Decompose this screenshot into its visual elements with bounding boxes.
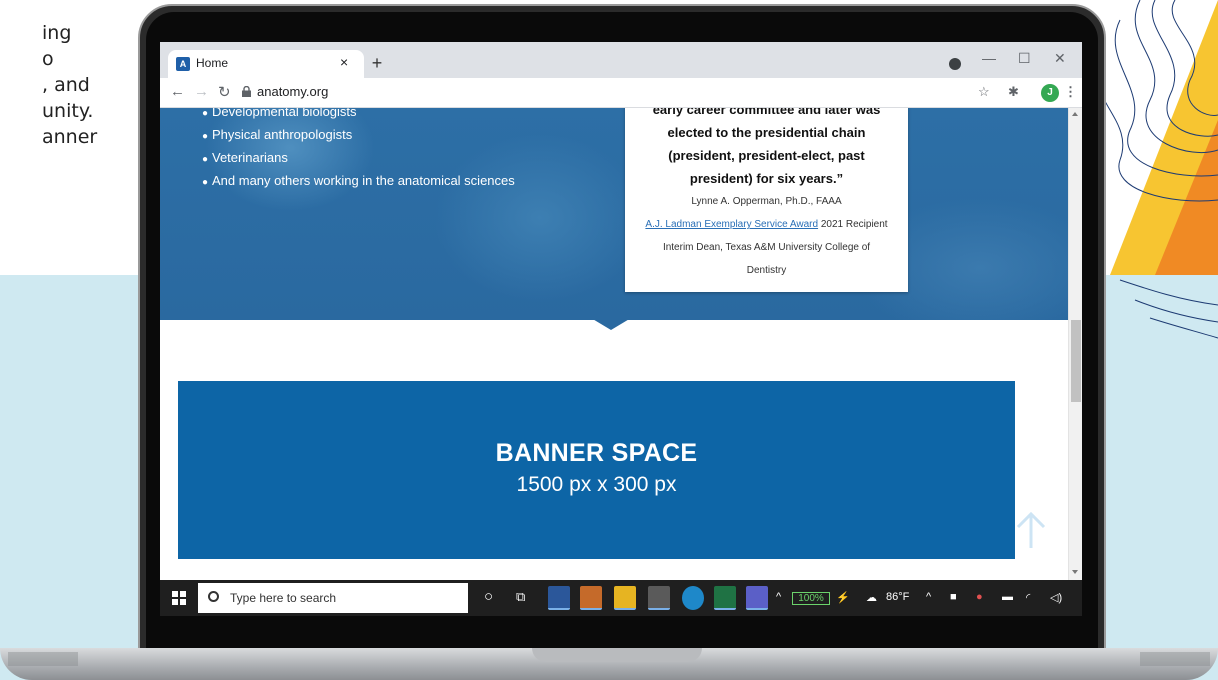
tray-chevron-icon[interactable]: ^ [926, 591, 931, 603]
browser-toolbar: ← → ↻ anatomy.org ☆ ✱ J ⋮ [160, 78, 1082, 108]
address-bar[interactable]: anatomy.org [240, 81, 950, 104]
excel-app-icon[interactable] [714, 586, 736, 610]
power-plug-icon: ⚡ [836, 592, 850, 604]
reload-icon[interactable]: ↻ [218, 83, 231, 101]
laptop-base-shade [1140, 652, 1210, 666]
banner-dimensions: 1500 px x 300 px [516, 473, 677, 496]
banner-title: BANNER SPACE [495, 439, 698, 467]
word-app-icon[interactable] [548, 586, 570, 610]
slide-text-line: ing [42, 22, 72, 44]
search-icon [208, 591, 219, 602]
web-page-viewport: ● Developmental biologists ● Physical anth… [160, 108, 1068, 580]
close-window-button[interactable]: ✕ [1054, 50, 1066, 67]
list-item: ● Developmental biologists [202, 108, 357, 119]
file-explorer-icon[interactable] [614, 586, 636, 610]
laptop-base-shade [8, 652, 78, 666]
wifi-icon[interactable]: ◜ [1026, 591, 1030, 604]
laptop-screen: A Home × + — ☐ ✕ ← → ↻ anatomy.org ☆ ✱ J… [160, 42, 1082, 616]
browser-tab-strip: A Home × + — ☐ ✕ [160, 42, 1082, 78]
list-item: ● Physical anthropologists [202, 127, 353, 142]
tab-search-icon[interactable] [949, 58, 961, 70]
url-text: anatomy.org [257, 84, 329, 99]
chrome-app-icon[interactable] [648, 586, 670, 610]
author-title: Dentistry [746, 265, 787, 276]
tray-notification-icon[interactable]: ● [976, 591, 983, 603]
taskbar-search-input[interactable]: Type here to search [198, 583, 468, 613]
quote-line: early career committee and later was [652, 108, 881, 117]
award-line: A.J. Ladman Exemplary Service Award 2021… [645, 219, 888, 230]
hero-section: ● Developmental biologists ● Physical anth… [160, 108, 1068, 320]
volume-icon[interactable]: ◁) [1050, 591, 1062, 604]
edge-app-icon[interactable] [682, 586, 704, 610]
quote-line: (president, president-elect, past [668, 148, 865, 163]
quote-line: president) for six years.” [689, 171, 844, 186]
tab-close-icon[interactable]: × [340, 54, 348, 70]
extensions-puzzle-icon[interactable]: ✱ [1008, 84, 1019, 100]
slide-text-line: anner [42, 126, 98, 148]
scroll-up-icon[interactable] [1072, 112, 1078, 116]
tray-battery-icon[interactable]: ▬ [1002, 591, 1013, 603]
cortana-icon[interactable]: ○ [484, 588, 493, 605]
search-placeholder: Type here to search [230, 591, 337, 605]
menu-kebab-icon[interactable]: ⋮ [1064, 84, 1077, 100]
author-title: Interim Dean, Texas A&M University Colle… [662, 242, 871, 253]
weather-cloud-icon[interactable]: ☁ [866, 591, 877, 604]
tray-app-icon[interactable]: ■ [950, 591, 957, 603]
scroll-down-icon[interactable] [1072, 570, 1078, 574]
site-favicon-icon: A [176, 57, 190, 71]
windows-taskbar: Type here to search ○ ⧉ ^ 100% ⚡ ☁ 86°F … [160, 580, 1082, 616]
page-scrollbar[interactable] [1068, 108, 1082, 580]
list-item: ● Veterinarians [202, 150, 288, 165]
list-item: ● And many others working in the anatomic… [202, 173, 515, 188]
laptop-notch [532, 648, 702, 662]
teams-app-icon[interactable] [746, 586, 768, 610]
battery-indicator[interactable]: 100% [792, 592, 830, 605]
lock-icon [242, 86, 251, 97]
outlook-app-icon[interactable] [580, 586, 602, 610]
quote-line: elected to the presidential chain [667, 125, 866, 140]
scrollbar-thumb[interactable] [1071, 320, 1081, 402]
hidden-icons-chevron-icon[interactable]: ^ [776, 591, 781, 603]
profile-avatar[interactable]: J [1041, 84, 1059, 102]
tab-title: Home [196, 56, 229, 70]
bookmark-star-icon[interactable]: ☆ [978, 84, 990, 100]
back-arrow-icon[interactable]: ← [170, 83, 185, 100]
testimonial-card: early career committee and later was ele… [625, 108, 908, 292]
audience-list: ● Developmental biologists ● Physical anth… [202, 108, 515, 192]
forward-arrow-icon[interactable]: → [194, 83, 209, 100]
new-tab-button[interactable]: + [366, 52, 388, 74]
slide-text-line: unity. [42, 100, 94, 122]
section-pointer [591, 318, 631, 330]
award-link[interactable]: A.J. Ladman Exemplary Service Award [645, 219, 818, 230]
banner-placeholder: BANNER SPACE 1500 px x 300 px [178, 381, 1015, 559]
slide-text-line: , and [42, 74, 90, 96]
weather-temperature[interactable]: 86°F [886, 591, 909, 603]
browser-tab-home[interactable]: A Home × [168, 50, 364, 78]
quote-author: Lynne A. Opperman, Ph.D., FAAA [691, 196, 842, 207]
windows-start-icon[interactable] [172, 591, 186, 605]
back-to-top-icon[interactable] [1014, 510, 1048, 550]
slide-text-fragment: ing o , and unity. anner [0, 20, 150, 150]
slide-text-line: o [42, 48, 54, 70]
minimize-button[interactable]: — [982, 50, 996, 66]
maximize-button[interactable]: ☐ [1018, 50, 1031, 67]
task-view-icon[interactable]: ⧉ [516, 589, 525, 605]
